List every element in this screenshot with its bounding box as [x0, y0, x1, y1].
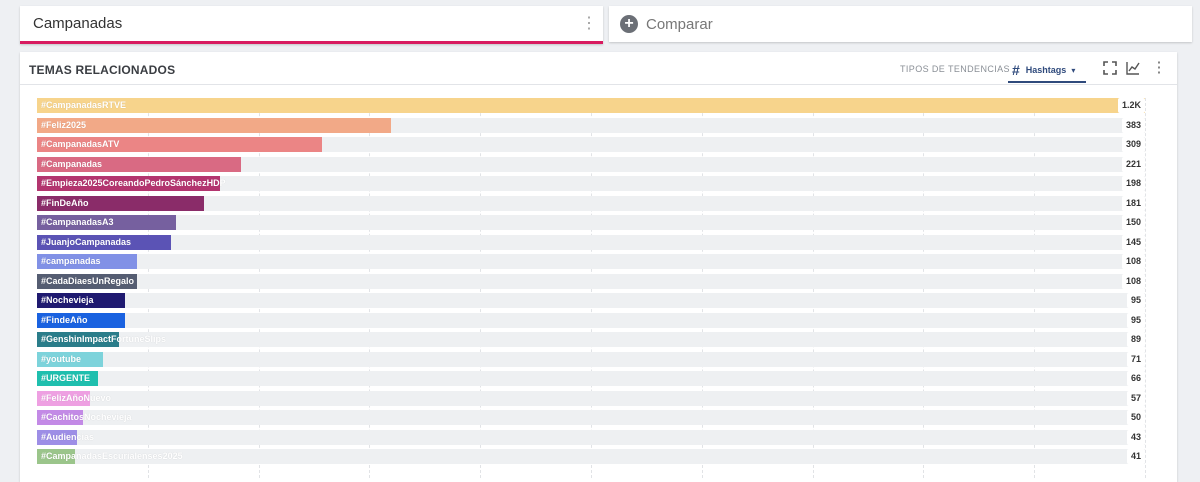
bar-value: 66: [1126, 371, 1145, 386]
plus-circle-icon: +: [620, 15, 638, 33]
chart-row[interactable]: #CampanadasEscurialenses2025 41: [37, 449, 1145, 464]
panel-kebab-icon[interactable]: ⋮: [1151, 58, 1167, 76]
chart-row[interactable]: #FelizAñoNuevo 57: [37, 390, 1145, 406]
bar-track: [37, 371, 1145, 386]
bar-track: [37, 254, 1145, 269]
chart-row[interactable]: #Campanadas 221: [37, 156, 1145, 172]
bar-label: #CachitosNochevieja: [41, 412, 132, 422]
bar[interactable]: [37, 117, 391, 133]
bar-label: #youtube: [41, 353, 82, 364]
panel-title: TEMAS RELACIONADOS: [29, 63, 176, 77]
bar-label: #FelizAñoNuevo: [41, 392, 112, 403]
bar-track: [37, 293, 1145, 308]
bar-label: #Audiencias: [41, 431, 95, 442]
bar-value: 95: [1126, 293, 1145, 308]
chart-row[interactable]: #campanadas 108: [37, 254, 1145, 269]
bar[interactable]: [37, 98, 1145, 113]
bar-value: 221: [1121, 156, 1145, 172]
bar-label: #Nochevieja: [41, 295, 94, 305]
chart-row[interactable]: #CampanadasATV 309: [37, 137, 1145, 152]
chart-row[interactable]: #CampanadasA3 150: [37, 215, 1145, 230]
chart-row[interactable]: #Empieza2025CoreandoPedroSánchezHDP 198: [37, 176, 1145, 191]
bar-label: #CampanadasATV: [41, 139, 120, 149]
bar-track: [37, 449, 1145, 464]
bar-track: [37, 390, 1145, 406]
bar-label: #CampanadasA3: [41, 217, 114, 227]
bar-track: [37, 410, 1145, 425]
query-card[interactable]: Campanadas ⋮: [20, 6, 603, 44]
chevron-down-icon: ▾: [1071, 65, 1076, 75]
chart-row[interactable]: #youtube 71: [37, 351, 1145, 367]
chart-row[interactable]: #GenshinImpactFortuneSlips 89: [37, 332, 1145, 347]
bar-track: [37, 332, 1145, 347]
hashtag-icon: #: [1012, 62, 1020, 78]
bar-value: 181: [1121, 195, 1145, 211]
bar-track: [37, 312, 1145, 328]
chart-row[interactable]: #Feliz2025 383: [37, 117, 1145, 133]
query-title: Campanadas: [33, 15, 123, 32]
chart-row[interactable]: #CachitosNochevieja 50: [37, 410, 1145, 425]
bar-label: #URGENTE: [41, 373, 91, 383]
chart-row[interactable]: #URGENTE 66: [37, 371, 1145, 386]
chart-row[interactable]: #JuanjoCampanadas 145: [37, 234, 1145, 250]
trend-types-label: TIPOS DE TENDENCIAS: [900, 64, 1010, 74]
bar-value: 198: [1121, 176, 1145, 191]
bar-value: 43: [1126, 429, 1145, 445]
bar-label: #JuanjoCampanadas: [41, 236, 132, 247]
bar-value: 50: [1126, 410, 1145, 425]
bar-label: #campanadas: [41, 256, 101, 266]
gridline: [1145, 98, 1146, 478]
bar-label: #CampanadasRTVE: [41, 100, 127, 110]
bar-track: [37, 351, 1145, 367]
bar-track: [37, 215, 1145, 230]
compare-button[interactable]: + Comparar: [609, 6, 1192, 42]
bar-value: 57: [1126, 390, 1145, 406]
bar-label: #Campanadas: [41, 158, 103, 169]
chart-row[interactable]: #Audiencias 43: [37, 429, 1145, 445]
trend-type-selected: Hashtags: [1025, 65, 1067, 75]
bar-value: 383: [1121, 117, 1145, 133]
bar-value: 145: [1121, 234, 1145, 250]
chart-row[interactable]: #CadaDiaesUnRegalo 108: [37, 273, 1145, 289]
bar-value: 41: [1126, 449, 1145, 464]
bar-value: 1.2K: [1117, 98, 1145, 113]
bar-label: #FinDeAño: [41, 197, 89, 208]
bar-value: 71: [1126, 351, 1145, 367]
bar-value: 89: [1126, 332, 1145, 347]
trend-type-dropdown[interactable]: # Hashtags ▾: [1008, 59, 1086, 83]
bar-label: #GenshinImpactFortuneSlips: [41, 334, 167, 344]
bar-value: 150: [1121, 215, 1145, 230]
bar-track: [37, 234, 1145, 250]
chart-row[interactable]: #FindeAño 95: [37, 312, 1145, 328]
kebab-icon[interactable]: ⋮: [579, 15, 599, 32]
bar-label: #CampanadasEscurialenses2025: [41, 451, 183, 461]
chart-row[interactable]: #CampanadasRTVE 1.2K: [37, 98, 1145, 113]
bar-label: #FindeAño: [41, 314, 88, 325]
line-chart-icon[interactable]: [1125, 60, 1141, 76]
related-topics-panel: TEMAS RELACIONADOS TIPOS DE TENDENCIAS #…: [20, 52, 1177, 482]
panel-header: TEMAS RELACIONADOS TIPOS DE TENDENCIAS #…: [20, 52, 1177, 85]
bar-value: 108: [1121, 254, 1145, 269]
bar-track: [37, 273, 1145, 289]
bar-value: 309: [1121, 137, 1145, 152]
related-hashtags-chart: #CampanadasRTVE 1.2K #Feliz2025 383 #Campana…: [37, 98, 1146, 478]
compare-label: Comparar: [646, 15, 713, 33]
bar-value: 108: [1121, 273, 1145, 289]
bar-value: 95: [1126, 312, 1145, 328]
chart-row[interactable]: #Nochevieja 95: [37, 293, 1145, 308]
bar-track: [37, 429, 1145, 445]
bar-label: #Empieza2025CoreandoPedroSánchezHDP: [41, 178, 226, 188]
bar-label: #CadaDiaesUnRegalo: [41, 275, 135, 286]
bar-label: #Feliz2025: [41, 119, 87, 130]
chart-row[interactable]: #FinDeAño 181: [37, 195, 1145, 211]
expand-icon[interactable]: [1102, 60, 1118, 76]
